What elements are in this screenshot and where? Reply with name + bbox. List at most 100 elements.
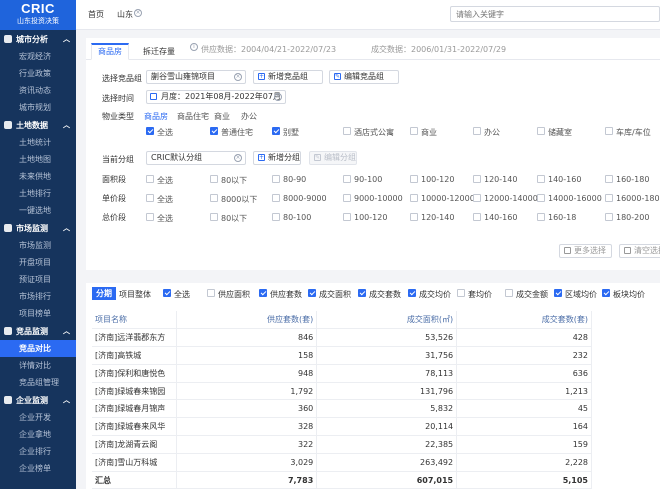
column-header[interactable]: 成交面积(㎡) [316, 311, 458, 330]
competitor-group-select[interactable]: 蒯谷雪山雍锦项目 × [146, 70, 246, 84]
app-logo[interactable]: CRIC 山东投资决策 [0, 0, 76, 30]
column-header[interactable]: 成交套数(套) [456, 311, 592, 330]
sidebar-item[interactable]: 土地排行 [0, 185, 76, 202]
column-header[interactable]: 项目名称 [92, 311, 178, 330]
range-checkbox[interactable] [146, 194, 154, 202]
range-checkbox[interactable] [343, 175, 351, 183]
breadcrumb-city[interactable]: 山东 [117, 9, 133, 20]
range-checkbox[interactable] [537, 175, 545, 183]
range-checkbox[interactable] [410, 175, 418, 183]
property-checkbox[interactable] [605, 127, 613, 135]
property-checkbox[interactable] [473, 127, 481, 135]
range-checkbox[interactable] [210, 175, 218, 183]
range-checkbox[interactable] [473, 213, 481, 221]
sidebar-item[interactable]: 竞品对比 [0, 340, 76, 357]
range-checkbox[interactable] [210, 194, 218, 202]
sidebar-group-header[interactable]: 土地数据 ︿ [0, 116, 76, 134]
sidebar-item[interactable]: 企业拿地 [0, 426, 76, 443]
metric-checkbox[interactable] [554, 289, 562, 297]
property-checkbox[interactable] [410, 127, 418, 135]
current-group-select[interactable]: CRIC默认分组 × [146, 151, 246, 165]
sidebar-item[interactable]: 详情对比 [0, 357, 76, 374]
range-checkbox[interactable] [605, 213, 613, 221]
more-options-button[interactable]: 更多选择 [559, 244, 612, 258]
clear-current-group-icon[interactable]: × [234, 154, 242, 162]
range-checkbox[interactable] [146, 213, 154, 221]
column-header[interactable]: 供应套数(套) [176, 311, 318, 330]
sidebar-item[interactable]: 企业开发 [0, 409, 76, 426]
metric-checkbox[interactable] [457, 289, 465, 297]
project-name-cell[interactable]: [济南]高铁城 [92, 346, 178, 365]
sidebar-item[interactable]: 行业政策 [0, 65, 76, 82]
edit-group-button[interactable]: ✎ 编辑竞品组 [329, 70, 399, 84]
tab-phase[interactable]: 分期 [92, 287, 116, 300]
sidebar-item[interactable]: 预证项目 [0, 271, 76, 288]
tab-commercial-housing[interactable]: 商品房 [91, 43, 129, 60]
sidebar-item[interactable]: 宏观经济 [0, 48, 76, 65]
tab-demolition-stock[interactable]: 拆迁存量 [143, 46, 175, 57]
property-tab[interactable]: 办公 [241, 111, 257, 122]
range-checkbox[interactable] [272, 213, 280, 221]
new-grouping-button[interactable]: + 新增分组 [253, 151, 301, 165]
range-checkbox[interactable] [272, 194, 280, 202]
close-city-icon[interactable]: × [134, 9, 142, 17]
range-checkbox[interactable] [410, 213, 418, 221]
sidebar-item[interactable]: 竞品组管理 [0, 374, 76, 391]
property-tab[interactable]: 商业 [214, 111, 230, 122]
sidebar-group-header[interactable]: 企业监测 ︿ [0, 391, 76, 409]
range-checkbox[interactable] [272, 175, 280, 183]
metric-checkbox[interactable] [505, 289, 513, 297]
metric-checkbox[interactable] [308, 289, 316, 297]
sidebar-item[interactable]: 开盘项目 [0, 254, 76, 271]
project-name-cell[interactable]: [济南]绿城春月锦声 [92, 399, 178, 419]
property-checkbox[interactable] [272, 127, 280, 135]
range-checkbox[interactable] [146, 175, 154, 183]
clear-time-icon[interactable]: × [274, 93, 282, 101]
new-group-button[interactable]: + 新增竞品组 [253, 70, 323, 84]
sidebar-item[interactable]: 项目榜单 [0, 305, 76, 322]
property-tab[interactable]: 商品住宅 [177, 111, 209, 122]
property-tab[interactable]: 商品房 [144, 111, 168, 122]
edit-grouping-button[interactable]: ✎ 编辑分组 [309, 151, 357, 165]
range-checkbox[interactable] [210, 213, 218, 221]
sidebar-item[interactable]: 市场排行 [0, 288, 76, 305]
metric-checkbox[interactable] [602, 289, 610, 297]
metric-checkbox[interactable] [163, 289, 171, 297]
sidebar-item[interactable]: 土地地图 [0, 151, 76, 168]
sidebar-group-header[interactable]: 市场监测 ︿ [0, 219, 76, 237]
sidebar-item[interactable]: 土地统计 [0, 134, 76, 151]
range-checkbox[interactable] [410, 194, 418, 202]
sidebar-item[interactable]: 一键选地 [0, 202, 76, 219]
range-checkbox[interactable] [605, 194, 613, 202]
project-name-cell[interactable]: [济南]绿城春来锦园 [92, 382, 178, 401]
range-checkbox[interactable] [605, 175, 613, 183]
sidebar-group-header[interactable]: 竞品监测 ︿ [0, 322, 76, 340]
breadcrumb-home[interactable]: 首页 [88, 9, 104, 20]
time-select[interactable]: 月度：2021年08月-2022年07月 × [146, 90, 286, 104]
project-name-cell[interactable]: [济南]远洋翡郡东方 [92, 328, 178, 348]
property-checkbox[interactable] [210, 127, 218, 135]
sidebar-item[interactable]: 城市规划 [0, 99, 76, 116]
project-name-cell[interactable]: [济南]保利和唐悦色 [92, 364, 178, 383]
sidebar-item[interactable]: 未来供地 [0, 168, 76, 185]
project-name-cell[interactable]: [济南]雪山万科城 [92, 453, 178, 472]
metric-checkbox[interactable] [358, 289, 366, 297]
sidebar-item[interactable]: 资讯动态 [0, 82, 76, 99]
range-checkbox[interactable] [473, 175, 481, 183]
property-checkbox[interactable] [537, 127, 545, 135]
property-checkbox[interactable] [146, 127, 154, 135]
clear-selection-button[interactable]: 清空选择 [619, 244, 660, 258]
tab-whole-project[interactable]: 项目整体 [119, 289, 151, 300]
metric-checkbox[interactable] [408, 289, 416, 297]
property-checkbox[interactable] [343, 127, 351, 135]
search-input[interactable] [450, 6, 660, 22]
metric-checkbox[interactable] [259, 289, 267, 297]
project-name-cell[interactable]: [济南]绿城春来风华 [92, 417, 178, 437]
sidebar-item[interactable]: 市场监测 [0, 237, 76, 254]
range-checkbox[interactable] [473, 194, 481, 202]
range-checkbox[interactable] [343, 194, 351, 202]
metric-checkbox[interactable] [207, 289, 215, 297]
project-name-cell[interactable]: [济南]龙湖青云阁 [92, 435, 178, 454]
range-checkbox[interactable] [343, 213, 351, 221]
range-checkbox[interactable] [537, 213, 545, 221]
